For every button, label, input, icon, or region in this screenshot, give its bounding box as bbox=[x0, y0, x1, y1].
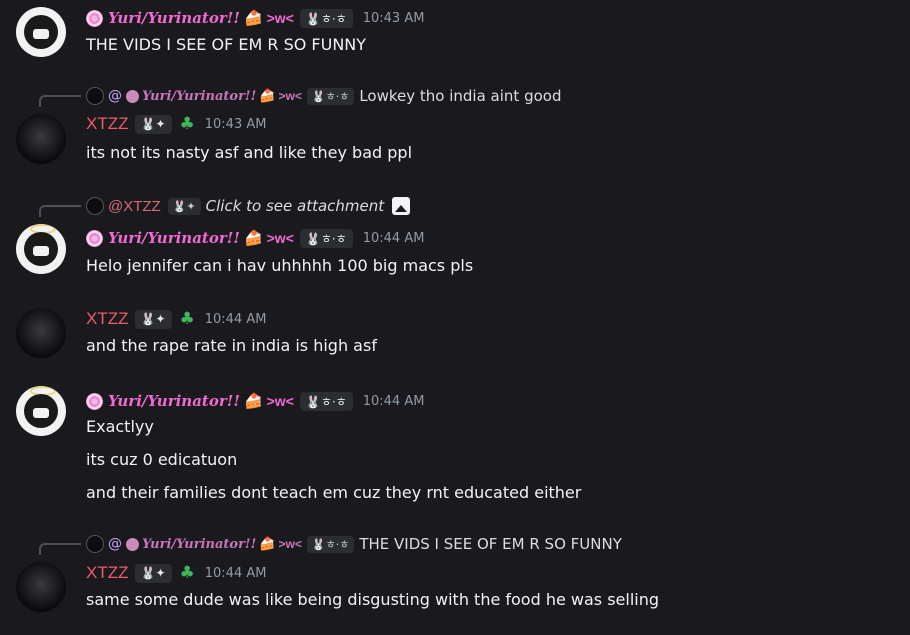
message-header: XTZZ 🐰✦ ♣ 10:43 AM bbox=[86, 113, 266, 135]
username-suffix: >w< bbox=[266, 10, 294, 26]
timestamp[interactable]: 10:44 AM bbox=[363, 231, 425, 246]
swirl-icon bbox=[126, 537, 139, 551]
username[interactable]: XTZZ bbox=[86, 114, 129, 134]
message-header: Yuri/Yurinator!! 🍰 >w< 🐰ㅎ·ㅎ 10:44 AM bbox=[86, 227, 424, 249]
username[interactable]: Yuri/Yurinator!! bbox=[108, 9, 240, 27]
clan-tag[interactable]: 🐰ㅎ·ㅎ bbox=[299, 8, 353, 28]
reply-mention: @XTZZ bbox=[108, 197, 161, 215]
message-header: Yuri/Yurinator!! 🍰 >w< 🐰ㅎ·ㅎ 10:44 AM bbox=[86, 390, 424, 412]
timestamp[interactable]: 10:43 AM bbox=[363, 11, 425, 26]
swirl-icon bbox=[86, 229, 103, 247]
reply-mention: @ bbox=[108, 536, 122, 552]
clan-tag: 🐰✦ bbox=[167, 197, 201, 215]
username[interactable]: Yuri/Yurinator!! bbox=[108, 229, 240, 247]
username-suffix: >w< bbox=[278, 89, 302, 103]
avatar[interactable] bbox=[16, 114, 66, 164]
reply-username: Yuri/Yurinator!! bbox=[142, 536, 257, 552]
message-text: same some dude was like being disgusting… bbox=[86, 590, 660, 609]
message-text: its not its nasty asf and like they bad … bbox=[86, 143, 413, 162]
cake-icon: 🍰 bbox=[243, 392, 263, 410]
message-header: Yuri/Yurinator!! 🍰 >w< 🐰ㅎ·ㅎ 10:43 AM bbox=[86, 7, 424, 29]
reply-avatar bbox=[86, 535, 104, 553]
reply-mention: @ bbox=[108, 88, 122, 104]
swirl-icon bbox=[86, 392, 103, 410]
clover-icon: ♣ bbox=[179, 114, 195, 134]
clan-tag[interactable]: 🐰ㅎ·ㅎ bbox=[299, 391, 353, 411]
clan-tag[interactable]: 🐰✦ bbox=[134, 114, 172, 134]
avatar[interactable] bbox=[16, 386, 66, 436]
message-text: Helo jennifer can i hav uhhhhh 100 big m… bbox=[86, 256, 474, 275]
message-header: XTZZ 🐰✦ ♣ 10:44 AM bbox=[86, 308, 266, 330]
username[interactable]: XTZZ bbox=[86, 563, 129, 583]
message-text: Exactlyy bbox=[86, 417, 154, 436]
clan-tag: 🐰ㅎ·ㅎ bbox=[306, 535, 355, 553]
reply-username: Yuri/Yurinator!! bbox=[142, 88, 257, 104]
message-group: XTZZ 🐰✦ ♣ 10:44 AM and the rape rate in … bbox=[0, 300, 910, 360]
clover-icon: ♣ bbox=[179, 563, 195, 583]
username-suffix: >w< bbox=[278, 537, 302, 551]
timestamp[interactable]: 10:44 AM bbox=[363, 394, 425, 409]
reply-avatar bbox=[86, 197, 104, 215]
reply-connector bbox=[39, 205, 81, 217]
timestamp[interactable]: 10:43 AM bbox=[205, 117, 267, 132]
avatar[interactable] bbox=[16, 308, 66, 358]
reply-avatar bbox=[86, 87, 104, 105]
message-group: Yuri/Yurinator!! 🍰 >w< 🐰ㅎ·ㅎ 10:43 AM THE… bbox=[0, 0, 910, 60]
avatar[interactable] bbox=[16, 224, 66, 274]
reply-preview[interactable]: @ Yuri/Yurinator!! 🍰 >w< 🐰ㅎ·ㅎ Lowkey tho… bbox=[86, 86, 561, 106]
reply-connector bbox=[39, 95, 81, 107]
clan-tag[interactable]: 🐰ㅎ·ㅎ bbox=[299, 228, 353, 248]
clan-tag: 🐰ㅎ·ㅎ bbox=[306, 87, 355, 105]
message-group: @ Yuri/Yurinator!! 🍰 >w< 🐰ㅎ·ㅎ Lowkey tho… bbox=[0, 84, 910, 174]
reply-text: THE VIDS I SEE OF EM R SO FUNNY bbox=[359, 535, 622, 553]
username-suffix: >w< bbox=[266, 393, 294, 409]
timestamp[interactable]: 10:44 AM bbox=[205, 312, 267, 327]
cake-icon: 🍰 bbox=[243, 9, 263, 27]
cake-icon: 🍰 bbox=[259, 88, 276, 104]
reply-text: Lowkey tho india aint good bbox=[359, 87, 562, 105]
message-group: @XTZZ 🐰✦ Click to see attachment Yuri/Yu… bbox=[0, 194, 910, 284]
message-text: its cuz 0 edicatuon bbox=[86, 450, 238, 469]
clan-tag[interactable]: 🐰✦ bbox=[134, 563, 172, 583]
reply-connector bbox=[39, 543, 81, 555]
message-header: XTZZ 🐰✦ ♣ 10:44 AM bbox=[86, 562, 266, 584]
timestamp[interactable]: 10:44 AM bbox=[205, 566, 267, 581]
username[interactable]: Yuri/Yurinator!! bbox=[108, 392, 240, 410]
message-text: and their families dont teach em cuz the… bbox=[86, 483, 582, 502]
message-text: and the rape rate in india is high asf bbox=[86, 336, 377, 355]
avatar[interactable] bbox=[16, 562, 66, 612]
cake-icon: 🍰 bbox=[243, 229, 263, 247]
swirl-icon bbox=[126, 89, 139, 103]
cake-icon: 🍰 bbox=[259, 536, 276, 552]
username[interactable]: XTZZ bbox=[86, 309, 129, 329]
reply-preview[interactable]: @XTZZ 🐰✦ Click to see attachment bbox=[86, 196, 411, 216]
reply-text: Click to see attachment bbox=[205, 197, 385, 215]
message-text: THE VIDS I SEE OF EM R SO FUNNY bbox=[86, 35, 367, 54]
clover-icon: ♣ bbox=[179, 309, 195, 329]
clan-tag[interactable]: 🐰✦ bbox=[134, 309, 172, 329]
image-icon bbox=[392, 197, 411, 215]
username-suffix: >w< bbox=[266, 230, 294, 246]
message-group: Yuri/Yurinator!! 🍰 >w< 🐰ㅎ·ㅎ 10:44 AM Exa… bbox=[0, 380, 910, 510]
avatar[interactable] bbox=[16, 7, 66, 57]
reply-preview[interactable]: @ Yuri/Yurinator!! 🍰 >w< 🐰ㅎ·ㅎ THE VIDS I… bbox=[86, 534, 622, 554]
message-group: @ Yuri/Yurinator!! 🍰 >w< 🐰ㅎ·ㅎ THE VIDS I… bbox=[0, 532, 910, 632]
swirl-icon bbox=[86, 9, 103, 27]
